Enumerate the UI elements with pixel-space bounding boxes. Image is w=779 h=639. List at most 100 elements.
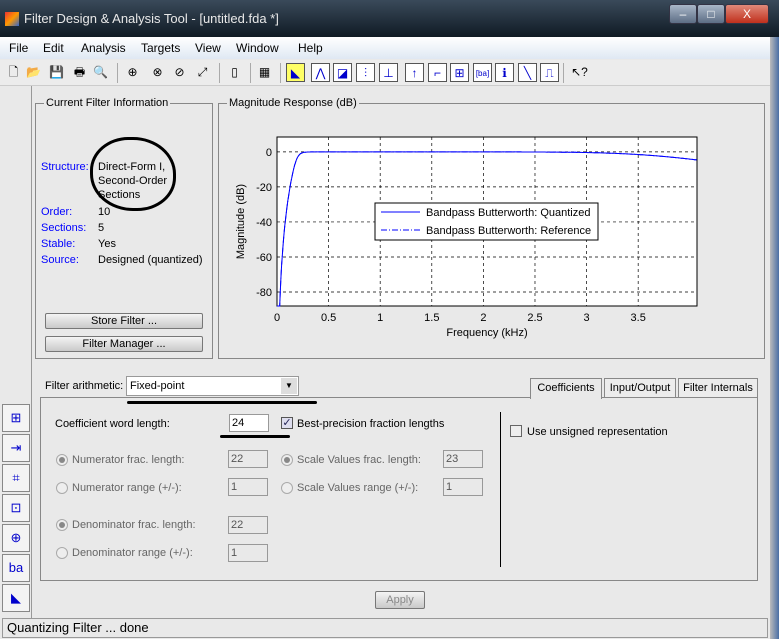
filter-arithmetic-label: Filter arithmetic: [45, 380, 124, 392]
tab-filter-internals[interactable]: Filter Internals [678, 378, 758, 398]
scale-values-range-radio[interactable] [281, 482, 293, 494]
legend-label: Bandpass Butterworth: Quantized [426, 207, 590, 219]
menu-help[interactable]: Help [298, 41, 323, 55]
full-view-icon[interactable]: ⤢ [193, 63, 212, 82]
whats-this-icon[interactable]: ↖? [570, 63, 589, 82]
zoom-in-icon[interactable]: ⊕ [123, 63, 142, 82]
filter-arithmetic-select[interactable]: Fixed-point ▼ [126, 376, 299, 396]
print-icon[interactable]: 🖶 [70, 63, 89, 82]
tab-input-output[interactable]: Input/Output [604, 378, 676, 398]
phase-delay-icon[interactable]: ⊥ [379, 63, 398, 82]
order-value: 10 [98, 206, 111, 218]
numerator-frac-label: Numerator frac. length: [72, 454, 185, 466]
divider [500, 412, 501, 567]
unsigned-checkbox[interactable] [510, 425, 522, 437]
window-title: Filter Design & Analysis Tool - [untitle… [24, 11, 279, 26]
new-icon[interactable]: 🗋 [4, 63, 23, 82]
window-border [770, 37, 779, 639]
toolbar-separator [563, 63, 564, 83]
phase-response-icon[interactable]: ⋀ [311, 63, 330, 82]
open-icon[interactable]: 📂 [24, 63, 43, 82]
menu-window[interactable]: Window [236, 41, 279, 55]
scale-values-range-input[interactable]: 1 [443, 478, 483, 496]
group-delay-icon[interactable]: ⫶ [356, 63, 375, 82]
sections-label: Sections: [41, 222, 87, 234]
numerator-frac-radio[interactable] [56, 454, 68, 466]
numerator-frac-input[interactable]: 22 [228, 450, 268, 468]
panel-title: Current Filter Information [46, 97, 169, 109]
structure-value: Direct-Form I, [98, 161, 166, 173]
chevron-down-icon: ▼ [281, 378, 297, 394]
transform-filter-icon[interactable]: ⊞ [2, 404, 30, 432]
left-toolbar: ⊞ ⇥ ⌗ ⊡ ⊕ ba ◣ [0, 86, 32, 618]
structure-label: Structure: [41, 161, 89, 173]
denominator-frac-radio[interactable] [56, 519, 68, 531]
noise-power-icon[interactable]: ⎍ [540, 63, 559, 82]
denominator-range-radio[interactable] [56, 547, 68, 559]
sample-rate-icon[interactable]: ⇥ [2, 434, 30, 462]
maximize-button[interactable]: □ [697, 4, 725, 24]
quantize-icon[interactable]: ⌗ [2, 464, 30, 492]
y-tick-label: -20 [256, 182, 272, 194]
step-response-icon[interactable]: ⌐ [428, 63, 447, 82]
matlab-icon [5, 12, 19, 26]
best-precision-label: Best-precision fraction lengths [297, 418, 445, 430]
save-icon[interactable]: 💾 [47, 63, 66, 82]
x-tick-label: 0.5 [321, 312, 336, 324]
menu-view[interactable]: View [195, 41, 221, 55]
realize-model-icon[interactable]: ⊡ [2, 494, 30, 522]
numerator-range-input[interactable]: 1 [228, 478, 268, 496]
filter-manager-button[interactable]: Filter Manager ... [45, 336, 203, 352]
menu-targets[interactable]: Targets [141, 41, 180, 55]
status-bar: Quantizing Filter ... done [2, 618, 768, 638]
scale-values-frac-input[interactable]: 23 [443, 450, 483, 468]
denominator-range-input[interactable]: 1 [228, 544, 268, 562]
import-filter-icon[interactable]: ba [2, 554, 30, 582]
y-axis-label: Magnitude (dB) [235, 184, 247, 259]
denominator-frac-label: Denominator frac. length: [72, 519, 196, 531]
zoom-x-icon[interactable]: ⊗ [148, 63, 167, 82]
magnitude-response-icon[interactable]: ◣ [286, 63, 305, 82]
close-button[interactable]: X [725, 4, 769, 24]
toolbar-separator [280, 63, 281, 83]
x-tick-label: 3.5 [631, 312, 646, 324]
menu-edit[interactable]: Edit [43, 41, 64, 55]
stable-value: Yes [98, 238, 116, 250]
coefficient-word-length-label: Coefficient word length: [55, 418, 170, 430]
magnitude-chart[interactable]: 0 0.5 1 1.5 2 2.5 3 3.5 0 -20 -40 -60 -80 Frequency (… [218, 105, 765, 355]
pole-zero-editor-icon[interactable]: ⊕ [2, 524, 30, 552]
minimize-button[interactable]: – [669, 4, 697, 24]
zoom-y-icon[interactable]: ⊘ [170, 63, 189, 82]
design-filter-icon[interactable]: ◣ [2, 584, 30, 612]
y-tick-label: -40 [256, 217, 272, 229]
store-filter-button[interactable]: Store Filter ... [45, 313, 203, 329]
structure-value-3: Sections [98, 189, 141, 201]
magnitude-estimate-icon[interactable]: ╲ [518, 63, 537, 82]
toolbar-separator [117, 63, 118, 83]
coefficients-icon[interactable]: [ba] [473, 63, 492, 82]
scale-values-frac-radio[interactable] [281, 454, 293, 466]
new-session-icon[interactable]: ▯ [225, 63, 244, 82]
numerator-range-radio[interactable] [56, 482, 68, 494]
source-label: Source: [41, 254, 79, 266]
best-precision-checkbox[interactable]: ✓ [281, 417, 293, 429]
pole-zero-icon[interactable]: ⊞ [450, 63, 469, 82]
info-icon[interactable]: ℹ [495, 63, 514, 82]
menu-file[interactable]: File [9, 41, 28, 55]
apply-button[interactable]: Apply [375, 591, 425, 609]
y-tick-label: -60 [256, 252, 272, 264]
menu-bar: File Edit Analysis Targets View Window H… [0, 37, 770, 59]
tab-coefficients[interactable]: Coefficients [530, 378, 602, 399]
stable-label: Stable: [41, 238, 76, 250]
impulse-response-icon[interactable]: ↑ [405, 63, 424, 82]
title-bar: Filter Design & Analysis Tool - [untitle… [0, 0, 779, 37]
y-tick-label: 0 [266, 147, 272, 159]
mag-phase-icon[interactable]: ◪ [333, 63, 352, 82]
annotation-underline [220, 435, 290, 438]
menu-analysis[interactable]: Analysis [81, 41, 126, 55]
unsigned-label: Use unsigned representation [527, 426, 668, 438]
denominator-frac-input[interactable]: 22 [228, 516, 268, 534]
print-preview-icon[interactable]: 🔍 [91, 63, 110, 82]
filter-gray-icon[interactable]: ▦ [255, 63, 274, 82]
coefficient-word-length-input[interactable]: 24 [229, 414, 269, 432]
